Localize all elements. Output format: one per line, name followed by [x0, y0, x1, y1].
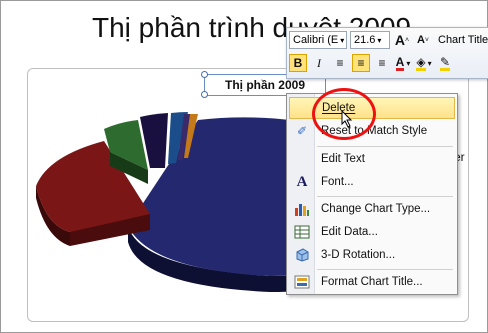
superscript-plus-icon: ˄ [405, 36, 410, 44]
font-size-combo[interactable]: 21.6 ▾ [350, 31, 390, 49]
shrink-font-icon: A [416, 34, 425, 46]
menu-item-label: Format Chart Title... [321, 276, 423, 288]
align-center-icon: ≡ [357, 56, 365, 70]
menu-separator [317, 146, 453, 147]
fill-color-button[interactable]: ◈ ▾ [415, 54, 433, 72]
italic-button[interactable]: I [310, 54, 328, 72]
menu-separator [317, 269, 453, 270]
italic-icon: I [317, 55, 321, 70]
menu-item-edit-text[interactable]: Edit Text [289, 148, 455, 170]
align-right-button[interactable]: ≡ [373, 54, 391, 72]
style-value: Chart Title [438, 34, 488, 46]
align-left-button[interactable]: ≡ [331, 54, 349, 72]
paint-bucket-icon: ◈ [416, 54, 426, 71]
grow-font-button[interactable]: A ˄ [393, 31, 411, 49]
font-color-icon: A [395, 54, 405, 71]
font-name-combo[interactable]: Calibri (E ▾ [289, 31, 347, 49]
menu-item-label: 3-D Rotation... [321, 249, 396, 261]
grow-font-icon: A [394, 32, 406, 48]
font-name-value: Calibri (E [293, 34, 339, 46]
selection-handle[interactable] [201, 71, 208, 78]
menu-separator [317, 196, 453, 197]
font-size-value: 21.6 [354, 34, 376, 46]
mini-toolbar: Calibri (E ▾ 21.6 ▾ A ˄ A ˅ Chart Title B … [286, 27, 488, 79]
chevron-down-icon: ▾ [377, 35, 382, 45]
menu-item-edit-data[interactable]: Edit Data... [289, 221, 455, 243]
chevron-down-icon: ▾ [427, 58, 432, 68]
menu-item-change-chart-type[interactable]: Change Chart Type... [289, 198, 455, 220]
chevron-down-icon: ▾ [340, 35, 345, 45]
menu-item-label: Font... [321, 176, 354, 188]
font-color-button[interactable]: A ▾ [394, 54, 412, 72]
chevron-down-icon: ▾ [406, 58, 411, 68]
menu-item-label: Change Chart Type... [321, 203, 431, 215]
edit-data-icon [289, 221, 315, 243]
menu-item-format-chart-title[interactable]: Format Chart Title... [289, 271, 455, 293]
bold-button[interactable]: B [289, 54, 307, 72]
pencil-icon: ✎ [439, 54, 451, 71]
align-center-button[interactable]: ≡ [352, 54, 370, 72]
menu-item-3d-rotation[interactable]: 3-D Rotation... [289, 244, 455, 266]
align-right-icon: ≡ [378, 56, 386, 70]
align-left-icon: ≡ [336, 56, 344, 70]
selection-handle[interactable] [201, 91, 208, 98]
annotation-circle [312, 88, 376, 140]
rotation-icon [289, 244, 315, 266]
bold-icon: B [293, 56, 303, 70]
menu-item-font[interactable]: A Font... [289, 171, 455, 193]
outline-color-button[interactable]: ✎ [436, 54, 454, 72]
format-title-icon [289, 271, 315, 293]
shrink-font-button[interactable]: A ˅ [414, 31, 432, 49]
menu-item-label: Edit Text [321, 153, 365, 165]
style-combo[interactable]: Chart Title [435, 31, 488, 49]
chart-type-icon [289, 198, 315, 220]
reset-style-icon: ✐ [296, 124, 308, 138]
font-icon: A [296, 173, 308, 190]
superscript-minus-icon: ˅ [424, 36, 430, 44]
empty-icon [289, 148, 315, 170]
menu-item-label: Edit Data... [321, 226, 378, 238]
